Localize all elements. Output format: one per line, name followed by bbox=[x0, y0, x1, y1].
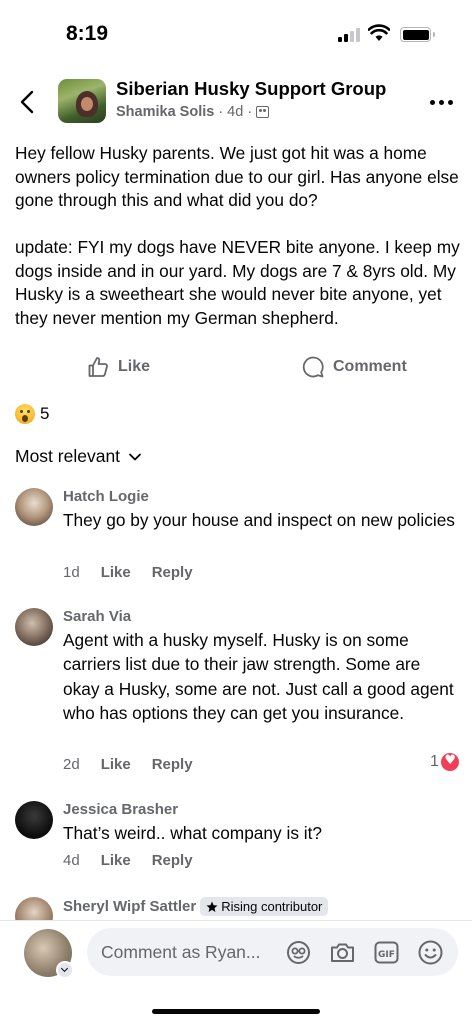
gif-icon[interactable]: GIF bbox=[373, 939, 400, 966]
badge-label: Rising contributor bbox=[221, 899, 323, 914]
meta-separator: · bbox=[247, 104, 253, 120]
home-indicator[interactable] bbox=[152, 1009, 320, 1014]
comment-like-button[interactable]: Like bbox=[101, 756, 131, 773]
comment-author-name[interactable]: Sheryl Wipf Sattler bbox=[63, 898, 196, 915]
rising-contributor-badge: Rising contributor bbox=[200, 897, 329, 916]
avatar-frame-icon[interactable] bbox=[285, 939, 312, 966]
comment-item: Sarah Via Agent with a husky myself. Hus… bbox=[0, 606, 472, 776]
comment-author[interactable]: Hatch Logie bbox=[63, 488, 149, 505]
comment-time[interactable]: 4d bbox=[63, 852, 80, 869]
reaction-summary[interactable]: 5 bbox=[15, 404, 49, 424]
comment-meta: 2d Like Reply bbox=[63, 756, 193, 773]
comment-label: Comment bbox=[333, 358, 407, 375]
comment-reply-button[interactable]: Reply bbox=[152, 756, 193, 773]
camera-icon[interactable] bbox=[329, 939, 356, 966]
comment-time[interactable]: 2d bbox=[63, 756, 80, 773]
thumbs-up-icon bbox=[88, 357, 108, 377]
comment-meta: 4d Like Reply bbox=[63, 852, 193, 869]
comment-sort-dropdown[interactable]: Most relevant bbox=[15, 446, 142, 467]
chevron-down-icon bbox=[129, 453, 141, 460]
star-icon bbox=[206, 901, 218, 912]
cellular-signal-icon bbox=[338, 28, 362, 42]
svg-text:GIF: GIF bbox=[378, 950, 395, 960]
like-label: Like bbox=[118, 358, 151, 375]
post-paragraph: Hey fellow Husky parents. We just got hi… bbox=[15, 143, 459, 210]
status-time: 8:19 bbox=[66, 22, 109, 45]
comment-button[interactable]: Comment bbox=[301, 355, 407, 379]
comment-time[interactable]: 1d bbox=[63, 564, 80, 581]
more-dots-icon[interactable] bbox=[430, 100, 453, 105]
comment-text: Agent with a husky myself. Husky is on s… bbox=[63, 630, 454, 723]
group-avatar[interactable] bbox=[58, 79, 106, 123]
comment-author: Sheryl Wipf Sattler Rising contributor bbox=[63, 897, 329, 916]
comment-item: Jessica Brasher That’s weird.. what comp… bbox=[0, 799, 472, 879]
love-reaction-icon bbox=[440, 753, 459, 771]
avatar[interactable] bbox=[15, 488, 53, 526]
comment-reactions[interactable]: 1 bbox=[430, 753, 459, 771]
comment-item: Sheryl Wipf Sattler Rising contributor bbox=[0, 895, 472, 920]
author-name[interactable]: Shamika Solis bbox=[116, 104, 214, 120]
emoji-icon[interactable] bbox=[417, 939, 444, 966]
status-bar: 8:19 bbox=[0, 0, 472, 64]
comment-text: They go by your house and inspect on new… bbox=[63, 510, 455, 530]
comment-item: Hatch Logie They go by your house and in… bbox=[0, 486, 472, 586]
meta-separator: · bbox=[218, 104, 224, 120]
comment-author[interactable]: Sarah Via bbox=[63, 608, 131, 625]
post-header: Siberian Husky Support Group Shamika Sol… bbox=[0, 74, 472, 128]
avatar[interactable] bbox=[15, 801, 53, 839]
post-meta: Shamika Solis · 4d · bbox=[116, 104, 270, 120]
comment-bubble-icon bbox=[302, 356, 324, 378]
like-button[interactable]: Like bbox=[86, 355, 150, 379]
comment-input[interactable] bbox=[101, 928, 281, 976]
sort-label: Most relevant bbox=[15, 446, 121, 466]
comment-meta: 1d Like Reply bbox=[63, 564, 193, 581]
wifi-icon bbox=[368, 24, 390, 41]
comment-composer: GIF bbox=[0, 920, 472, 1023]
wow-reaction-icon bbox=[15, 404, 35, 424]
comment-like-button[interactable]: Like bbox=[101, 852, 131, 869]
post-actions: Like Comment bbox=[0, 352, 472, 384]
battery-icon bbox=[400, 27, 435, 42]
group-name[interactable]: Siberian Husky Support Group bbox=[116, 78, 386, 100]
comment-reply-button[interactable]: Reply bbox=[152, 564, 193, 581]
post-paragraph: update: FYI my dogs have NEVER bite anyo… bbox=[15, 237, 460, 328]
chevron-down-icon[interactable] bbox=[56, 961, 74, 979]
chevron-left-icon[interactable] bbox=[14, 88, 42, 116]
post-text: Hey fellow Husky parents. We just got hi… bbox=[15, 142, 460, 330]
members-icon bbox=[256, 106, 270, 118]
comment-input-container: GIF bbox=[87, 928, 458, 976]
reaction-count: 5 bbox=[40, 404, 50, 423]
comment-like-button[interactable]: Like bbox=[101, 564, 131, 581]
comment-reaction-count: 1 bbox=[430, 753, 439, 770]
avatar[interactable] bbox=[15, 897, 53, 920]
avatar[interactable] bbox=[24, 929, 74, 979]
comment-text: That’s weird.. what company is it? bbox=[63, 823, 323, 843]
comment-author[interactable]: Jessica Brasher bbox=[63, 801, 178, 818]
comment-reply-button[interactable]: Reply bbox=[152, 852, 193, 869]
post-time[interactable]: 4d bbox=[227, 104, 243, 120]
avatar[interactable] bbox=[15, 608, 53, 646]
